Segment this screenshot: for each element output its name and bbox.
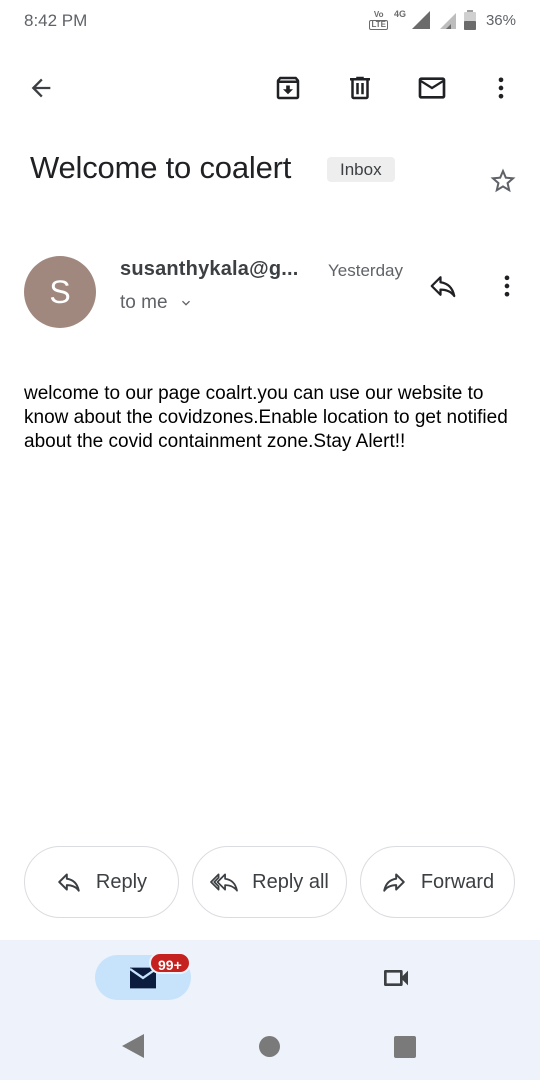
signal-icon <box>411 11 430 29</box>
delete-button[interactable] <box>336 64 384 112</box>
sender-avatar[interactable]: S <box>24 256 96 328</box>
battery-icon <box>463 10 476 30</box>
forward-button[interactable]: Forward <box>360 846 515 918</box>
arrow-back-icon <box>31 78 51 98</box>
more-options-button[interactable] <box>477 64 525 112</box>
system-navigation-bar <box>0 1020 540 1080</box>
email-date: Yesterday <box>328 261 403 280</box>
inbox-label-chip[interactable]: Inbox <box>327 157 395 182</box>
reply-icon <box>58 873 80 892</box>
system-recents-button[interactable] <box>394 1036 416 1058</box>
reply-all-button[interactable]: Reply all <box>192 846 347 918</box>
star-icon <box>490 168 516 193</box>
signal-2-icon <box>439 13 456 29</box>
quick-reply-button[interactable] <box>419 262 467 310</box>
forward-icon <box>383 873 405 892</box>
reply-label: Reply <box>95 870 148 893</box>
status-time: 8:42 PM <box>24 11 88 30</box>
bottom-navigation: 99+ <box>0 940 540 1080</box>
archive-icon <box>276 76 300 100</box>
recipient-text: to me <box>120 292 168 313</box>
more-vert-icon <box>498 77 504 99</box>
mark-unread-button[interactable] <box>408 64 456 112</box>
more-vert-icon <box>504 275 510 297</box>
sender-name: susanthykala@g... <box>120 258 299 280</box>
message-more-button[interactable] <box>483 262 531 310</box>
status-icons: Vo LTE 4G 36% <box>369 8 516 32</box>
volte-icon: Vo LTE <box>369 9 388 30</box>
forward-label: Forward <box>420 870 495 893</box>
reply-all-icon <box>210 873 239 892</box>
back-button[interactable] <box>17 64 65 112</box>
archive-button[interactable] <box>264 64 312 112</box>
reply-button[interactable]: Reply <box>24 846 179 918</box>
meet-tab[interactable] <box>372 955 420 1000</box>
system-home-button[interactable] <box>259 1036 280 1057</box>
battery-percent: 36% <box>485 11 516 29</box>
reply-icon <box>430 276 456 298</box>
trash-icon <box>350 76 370 100</box>
email-body: welcome to our page coalrt.you can use o… <box>24 383 508 452</box>
network-type: 4G <box>393 9 406 19</box>
recipient-details-toggle[interactable]: to me <box>120 292 194 314</box>
email-subject: Welcome to coalert <box>30 150 292 185</box>
chevron-down-icon <box>181 300 190 306</box>
video-camera-icon <box>384 969 408 986</box>
star-button[interactable] <box>479 157 527 205</box>
top-app-bar <box>0 48 540 128</box>
mail-icon <box>418 77 446 99</box>
status-bar: 8:42 PM Vo LTE 4G 36% <box>0 0 540 40</box>
reply-all-label: Reply all <box>252 870 329 893</box>
unread-count-badge: 99+ <box>149 952 191 974</box>
system-back-button[interactable] <box>122 1034 144 1058</box>
